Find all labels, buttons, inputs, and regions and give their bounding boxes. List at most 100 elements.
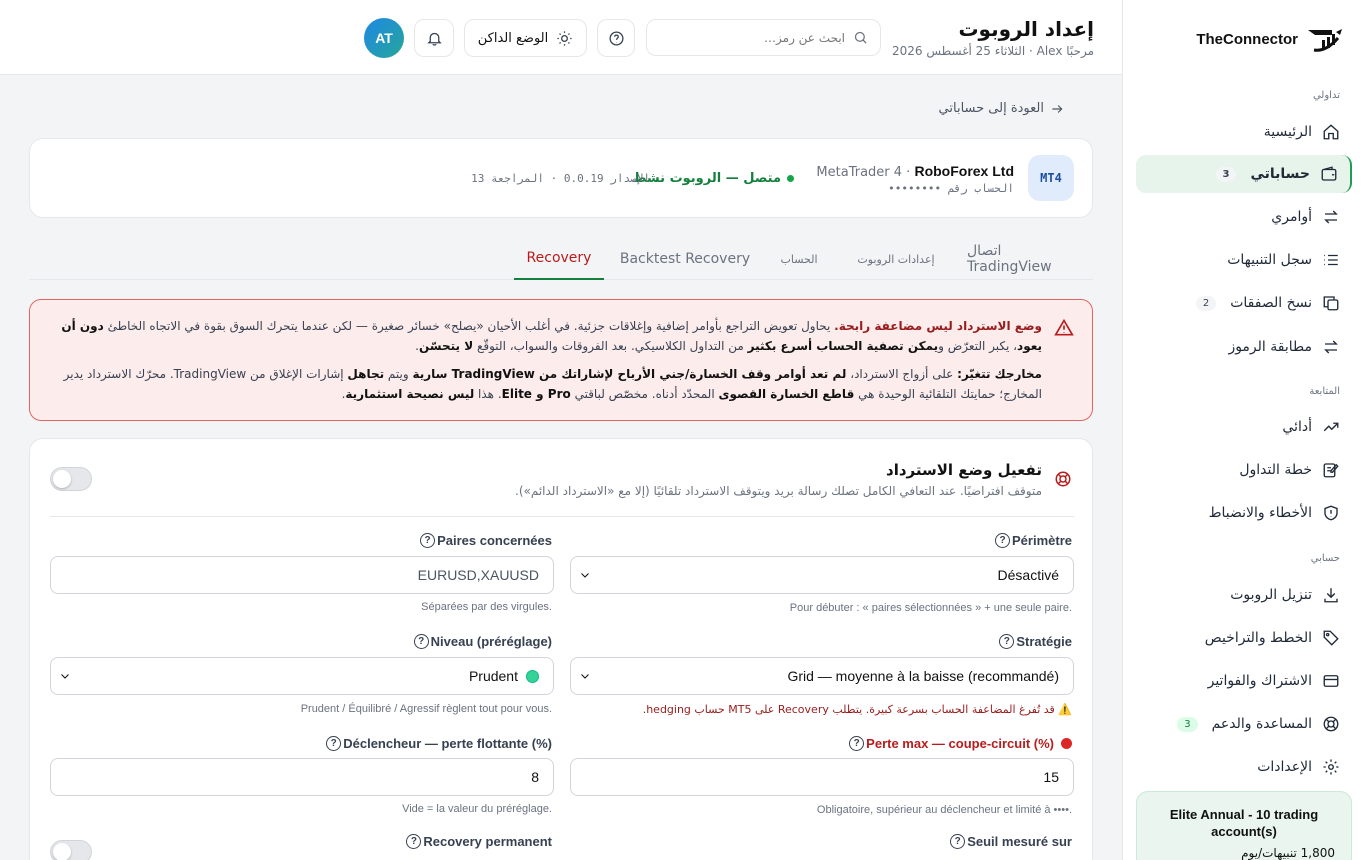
perimetre-select[interactable]: Désactivé bbox=[570, 556, 1074, 594]
tab-backtest-recovery[interactable]: Backtest Recovery bbox=[612, 238, 758, 280]
perimetre-label: ? Périmètre bbox=[995, 533, 1072, 548]
sidebar: TheConnector تداولي الرئيسية حساباتي 3 أ… bbox=[1122, 0, 1366, 860]
accounts-count-badge: 3 bbox=[1215, 166, 1237, 182]
niveau-help: Prudent / Équilibré / Agressif règlent t… bbox=[300, 703, 552, 715]
sidebar-item-copy-trades[interactable]: نسخ الصفقات 2 bbox=[1136, 284, 1352, 322]
help-icon[interactable]: ? bbox=[413, 634, 429, 649]
wallet-icon bbox=[1321, 166, 1337, 181]
help-icon[interactable]: ? bbox=[999, 634, 1015, 649]
help-icon[interactable]: ? bbox=[326, 736, 342, 751]
niveau-select[interactable]: Prudent bbox=[50, 657, 554, 695]
sidebar-item-settings[interactable]: الإعدادات bbox=[1136, 748, 1352, 786]
robot-version: الإصدار 0.0.19 · المراجعة 13 bbox=[471, 172, 650, 185]
tab-account[interactable]: الحساب bbox=[771, 238, 827, 280]
sidebar-item-accounts[interactable]: حساباتي 3 bbox=[1136, 155, 1352, 193]
perte-max-help: Obligatoire, supérieur au déclencheur et… bbox=[816, 804, 1072, 816]
green-level-indicator bbox=[526, 669, 539, 683]
help-icon[interactable]: ? bbox=[995, 533, 1011, 548]
tab-tradingview-connection[interactable]: اتصال TradingView bbox=[967, 238, 1081, 280]
sidebar-item-help-support[interactable]: المساعدة والدعم 3 bbox=[1136, 705, 1352, 743]
search-input[interactable] bbox=[665, 30, 845, 45]
sidebar-item-symbol-mapping[interactable]: مطابقة الرموز bbox=[1136, 328, 1352, 366]
dark-mode-label: الوضع الداكن bbox=[477, 30, 549, 46]
edit-note-icon bbox=[1323, 463, 1339, 478]
sidebar-item-label: الخطط والتراخيص bbox=[1204, 630, 1312, 646]
sidebar-item-orders[interactable]: أوامري bbox=[1136, 198, 1352, 236]
sidebar-item-trading-plan[interactable]: خطة التداول bbox=[1136, 451, 1352, 489]
brand-logo[interactable]: TheConnector bbox=[1196, 26, 1344, 52]
sidebar-item-download-robot[interactable]: تنزيل الروبوت bbox=[1136, 576, 1352, 614]
sidebar-item-label: الإعدادات bbox=[1257, 759, 1312, 775]
declencheur-input[interactable]: 8 bbox=[50, 758, 554, 796]
search-box[interactable] bbox=[646, 19, 881, 56]
chevron-down-icon bbox=[581, 674, 589, 679]
bell-icon bbox=[426, 32, 442, 46]
help-icon[interactable]: ? bbox=[420, 533, 436, 548]
enable-recovery-toggle[interactable] bbox=[50, 467, 92, 491]
permanent-recovery-toggle[interactable] bbox=[50, 840, 92, 860]
copy-trades-count-badge: 2 bbox=[1195, 295, 1217, 311]
recovery-settings-card: تفعيل وضع الاسترداد متوقف افتراضيًا. عند… bbox=[29, 438, 1093, 860]
platform-badge: MT4 bbox=[1028, 155, 1074, 201]
account-platform: MetaTrader 4 · RoboForex Ltd bbox=[816, 163, 1014, 180]
arrow-right-icon bbox=[1052, 104, 1063, 113]
dark-mode-button[interactable]: الوضع الداكن bbox=[464, 19, 587, 57]
paires-help: Séparées par des virgules. bbox=[421, 601, 552, 613]
user-avatar[interactable]: AT bbox=[364, 18, 404, 58]
back-link-label: العودة إلى حساباتي bbox=[938, 101, 1044, 116]
sidebar-item-label: سجل التنبيهات bbox=[1227, 252, 1312, 268]
settings-tabs: اتصال TradingView إعدادات الروبوت الحساب… bbox=[29, 238, 1093, 280]
perimetre-help: Pour débuter : « paires sélectionnées » … bbox=[789, 602, 1072, 614]
sidebar-item-label: تنزيل الروبوت bbox=[1230, 587, 1312, 603]
gear-icon bbox=[1323, 759, 1339, 775]
recovery-warning-alert: وضع الاسترداد ليس مضاعفة رابحة. يحاول تع… bbox=[29, 299, 1093, 421]
warning-triangle-icon bbox=[1054, 318, 1074, 336]
swap-icon bbox=[1324, 210, 1338, 224]
account-number: الحساب رقم •••••••• bbox=[888, 182, 1014, 195]
logo-icon bbox=[1308, 29, 1342, 52]
alert-paragraph-1: وضع الاسترداد ليس مضاعفة رابحة. يحاول تع… bbox=[61, 319, 1042, 353]
alert-paragraph-2: مخارجك تتغيّر: على أزواج الاسترداد، لم ت… bbox=[63, 367, 1042, 401]
sidebar-item-performance[interactable]: أدائي bbox=[1136, 408, 1352, 446]
sidebar-item-home[interactable]: الرئيسية bbox=[1136, 113, 1352, 151]
perte-max-label: ? Perte max — coupe-circuit (%) bbox=[849, 736, 1072, 751]
plan-quota: 1,800 تنبيهات/يوم bbox=[1241, 846, 1335, 860]
notifications-button[interactable] bbox=[414, 19, 454, 57]
support-count-badge: 3 bbox=[1177, 716, 1198, 732]
current-plan-card[interactable]: Elite Annual - 10 trading account(s) 1,8… bbox=[1136, 791, 1352, 860]
sun-icon bbox=[557, 30, 572, 46]
download-icon bbox=[1324, 588, 1338, 603]
plan-title: Elite Annual - 10 trading account(s) bbox=[1169, 807, 1319, 839]
sidebar-item-billing[interactable]: الاشتراك والفواتير bbox=[1136, 662, 1352, 700]
section-label-trading: تداولي bbox=[1312, 90, 1340, 101]
paires-input[interactable]: EURUSD,XAUUSD bbox=[50, 556, 554, 594]
help-icon[interactable]: ? bbox=[849, 736, 865, 751]
sidebar-item-label: أوامري bbox=[1271, 209, 1312, 225]
perte-max-input[interactable]: 15 bbox=[570, 758, 1074, 796]
strategie-warning: ⚠️ قد تُفرغ المضاعفة الحساب بسرعة كبيرة.… bbox=[642, 703, 1072, 716]
strategie-select[interactable]: Grid — moyenne à la baisse (recommandé) bbox=[570, 657, 1074, 695]
sidebar-item-discipline[interactable]: الأخطاء والانضباط bbox=[1136, 494, 1352, 532]
permanent-label: ? Recovery permanent bbox=[406, 834, 552, 849]
help-button[interactable] bbox=[597, 19, 635, 57]
sidebar-item-label: الاشتراك والفواتير bbox=[1207, 673, 1312, 689]
status-dot bbox=[787, 175, 794, 182]
declencheur-help: Vide = la valeur du préréglage. bbox=[402, 803, 552, 815]
sidebar-item-label: حساباتي bbox=[1250, 166, 1310, 182]
back-to-accounts-link[interactable]: العودة إلى حساباتي bbox=[939, 101, 1064, 116]
sidebar-item-alerts-log[interactable]: سجل التنبيهات bbox=[1136, 241, 1352, 279]
broker-name: RoboForex Ltd bbox=[914, 163, 1014, 179]
help-icon[interactable]: ? bbox=[406, 834, 422, 849]
sidebar-item-plans-licenses[interactable]: الخطط والتراخيص bbox=[1136, 619, 1352, 657]
divider bbox=[50, 516, 1074, 517]
declencheur-label: ? Déclencheur — perte flottante (%) bbox=[326, 736, 552, 751]
home-icon bbox=[1323, 124, 1339, 140]
status-text: متصل — الروبوت نشط bbox=[633, 171, 781, 186]
brand-name: TheConnector bbox=[1196, 30, 1298, 48]
copy-icon bbox=[1323, 296, 1339, 311]
tab-robot-settings[interactable]: إعدادات الروبوت bbox=[847, 238, 945, 280]
help-icon[interactable]: ? bbox=[950, 834, 966, 849]
tab-recovery[interactable]: Recovery bbox=[514, 238, 604, 280]
swap-icon bbox=[1324, 340, 1338, 354]
sidebar-item-label: مطابقة الرموز bbox=[1228, 339, 1312, 355]
